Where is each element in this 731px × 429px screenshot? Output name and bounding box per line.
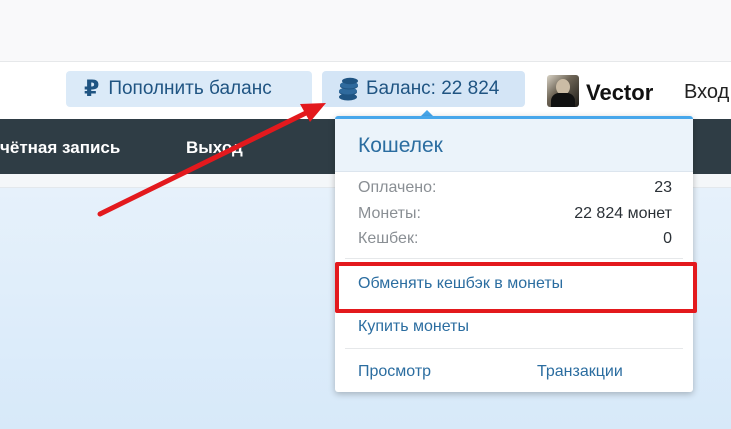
username-link[interactable]: Vector bbox=[586, 80, 653, 106]
browser-top-strip bbox=[0, 0, 731, 62]
balance-button[interactable]: Баланс: 22 824 bbox=[322, 71, 525, 107]
wallet-coins-row: Монеты: 22 824 монет bbox=[358, 205, 672, 222]
topup-balance-label: Пополнить баланс bbox=[108, 78, 272, 99]
nav-logout[interactable]: Выход bbox=[186, 138, 243, 158]
coins-icon bbox=[339, 77, 358, 101]
nav-account[interactable]: чётная запись bbox=[0, 138, 120, 158]
wallet-paid-row: Оплачено: 23 bbox=[358, 179, 672, 196]
buy-coins-link[interactable]: Купить монеты bbox=[358, 318, 469, 336]
wallet-cashback-row: Кешбек: 0 bbox=[358, 230, 672, 247]
wallet-header: Кошелек bbox=[335, 119, 693, 172]
exchange-highlight-box bbox=[335, 262, 697, 313]
wallet-dropdown: Кошелек Оплачено: 23 Монеты: 22 824 моне… bbox=[335, 116, 693, 392]
user-avatar[interactable] bbox=[547, 75, 579, 107]
balance-label: Баланс: 22 824 bbox=[366, 78, 500, 99]
wallet-title[interactable]: Кошелек bbox=[358, 134, 443, 158]
login-link[interactable]: Вход bbox=[684, 81, 729, 104]
view-wallet-link[interactable]: Просмотр bbox=[358, 363, 431, 381]
ruble-icon: ₽ bbox=[84, 76, 100, 101]
topup-balance-button[interactable]: ₽ Пополнить баланс bbox=[66, 71, 312, 107]
transactions-link[interactable]: Транзакции bbox=[537, 363, 623, 381]
